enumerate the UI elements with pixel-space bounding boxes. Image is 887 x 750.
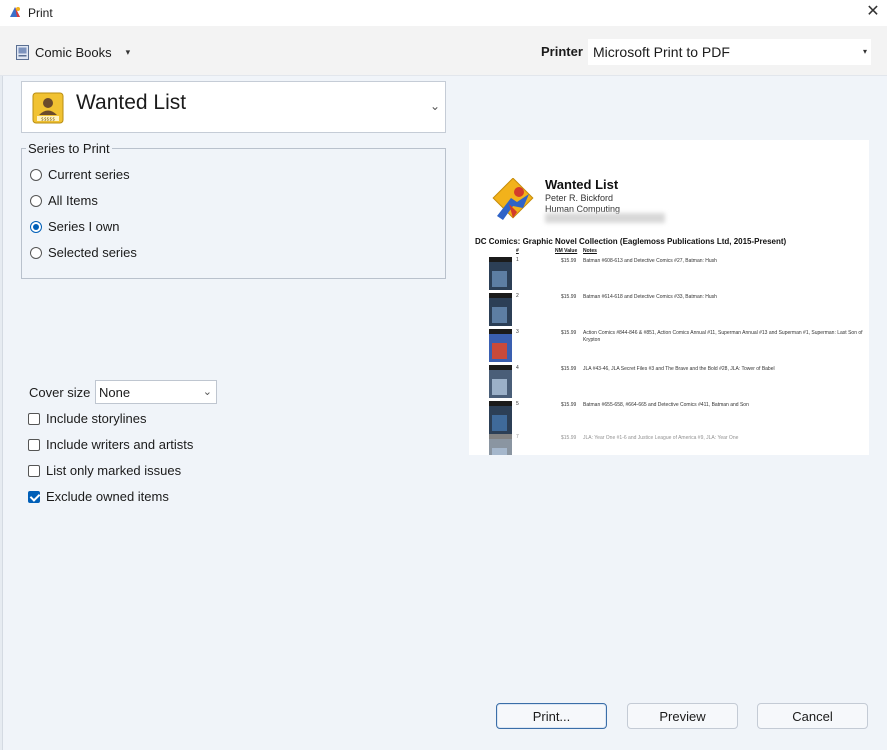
printer-select[interactable]: Microsoft Print to PDF ▾ — [588, 39, 871, 65]
checkbox-include-storylines[interactable]: Include storylines — [28, 411, 146, 426]
preview-row-note: Batman #655-658, #664-665 and Detective … — [583, 402, 749, 408]
checkbox-label: List only marked issues — [46, 463, 182, 478]
preview-row-note: JLA #43-46, JLA Secret Files #3 and The … — [583, 366, 775, 372]
collection-label: Comic Books — [35, 44, 112, 60]
preview-row-num: 4 — [516, 365, 519, 371]
radio-label: Current series — [48, 167, 130, 182]
radio-button[interactable] — [30, 194, 42, 207]
checkbox-label: Include writers and artists — [46, 437, 194, 452]
radio-label: Selected series — [48, 245, 137, 260]
preview-row-num: 1 — [516, 257, 519, 263]
close-button[interactable]: ✕ — [859, 0, 887, 26]
preview-col-value: NM Value — [555, 248, 578, 254]
cancel-button[interactable]: Cancel — [757, 703, 868, 729]
chevron-down-icon: ⌄ — [429, 99, 440, 113]
preview-col-notes: Notes — [583, 248, 597, 254]
preview-row: 4 $15.99 JLA #43-46, JLA Secret Files #3… — [469, 363, 869, 399]
checkbox[interactable] — [28, 438, 40, 451]
radio-button[interactable] — [30, 246, 42, 259]
series-to-print-title: Series to Print — [26, 141, 112, 156]
preview-row-price: $15.99 — [561, 366, 577, 372]
cover-size-select[interactable]: None ⌄ — [95, 380, 217, 404]
checkbox-list-marked-issues[interactable]: List only marked issues — [28, 463, 181, 478]
printer-label: Printer — [541, 44, 583, 59]
radio-button[interactable] — [30, 220, 42, 233]
comic-book-icon — [16, 44, 29, 60]
preview-row: 1 $15.99 Batman #608-613 and Detective C… — [469, 255, 869, 291]
preview-col-num: # — [516, 248, 519, 254]
svg-text:$$$$$: $$$$$ — [41, 117, 55, 123]
preview-row-num: 7 — [516, 434, 519, 440]
cover-thumbnail — [489, 293, 512, 326]
preview-author: Peter R. Bickford — [545, 193, 614, 203]
preview-row-price: $15.99 — [561, 330, 577, 336]
radio-label: Series I own — [48, 219, 120, 234]
radio-current-series[interactable]: Current series — [30, 167, 130, 182]
cover-thumbnail — [489, 365, 512, 398]
radio-button[interactable] — [30, 168, 42, 181]
radio-selected-series[interactable]: Selected series — [30, 245, 137, 260]
printer-value: Microsoft Print to PDF — [593, 44, 730, 60]
preview-button[interactable]: Preview — [627, 703, 738, 729]
checkbox[interactable] — [28, 490, 40, 503]
preview-row: 2 $15.99 Batman #614-618 and Detective C… — [469, 291, 869, 327]
close-icon: ✕ — [866, 3, 880, 20]
checkbox-exclude-owned[interactable]: Exclude owned items — [28, 489, 169, 504]
print-button[interactable]: Print... — [496, 703, 607, 729]
checkbox-include-writers-artists[interactable]: Include writers and artists — [28, 437, 193, 452]
radio-label: All Items — [48, 193, 98, 208]
collection-dropdown[interactable]: Comic Books ▾ — [16, 41, 130, 63]
preview-row-num: 2 — [516, 293, 519, 299]
app-icon — [10, 7, 20, 17]
checkbox[interactable] — [28, 412, 40, 425]
chevron-down-icon: ▾ — [862, 47, 867, 56]
preview-row: 7 $15.99 JLA: Year One #1-6 and Justice … — [469, 432, 869, 455]
preview-row-note: Batman #608-613 and Detective Comics #27… — [583, 258, 717, 264]
preview-row-num: 5 — [516, 401, 519, 407]
preview-group-heading: DC Comics: Graphic Novel Collection (Eag… — [475, 237, 787, 246]
report-type-select[interactable]: $$$$$ Wanted List ⌄ — [21, 81, 446, 133]
checkbox-label: Include storylines — [46, 411, 147, 426]
radio-series-i-own[interactable]: Series I own — [30, 219, 120, 234]
cover-size-label: Cover size — [29, 385, 91, 400]
preview-row-num: 3 — [516, 329, 519, 335]
chevron-down-icon: ▾ — [125, 46, 131, 57]
left-edge — [0, 76, 3, 750]
title-bar: Print ✕ — [0, 0, 887, 26]
window-title: Print — [28, 6, 53, 20]
preview-row-note: Batman #614-618 and Detective Comics #33… — [583, 294, 717, 300]
series-to-print-group: Series to Print Current series All Items… — [21, 141, 446, 279]
preview-row: 5 $15.99 Batman #655-658, #664-665 and D… — [469, 399, 869, 435]
wanted-poster-icon: $$$$$ — [32, 92, 64, 124]
cover-thumbnail — [489, 257, 512, 290]
cover-thumbnail — [489, 401, 512, 434]
preview-date-blurred — [545, 213, 665, 223]
chevron-down-icon: ⌄ — [202, 386, 212, 398]
preview-row-note: JLA: Year One #1-6 and Justice League of… — [583, 435, 739, 441]
preview-row-price: $15.99 — [561, 294, 577, 300]
preview-row: 3 $15.99 Action Comics #844-846 & #851, … — [469, 327, 869, 363]
preview-row-price: $15.99 — [561, 435, 577, 441]
cover-thumbnail — [489, 434, 512, 455]
radio-all-items[interactable]: All Items — [30, 193, 98, 208]
preview-row-note: Action Comics #844-846 & #851, Action Co… — [583, 330, 863, 343]
checkbox[interactable] — [28, 464, 40, 477]
cover-thumbnail — [489, 329, 512, 362]
preview-row-price: $15.99 — [561, 402, 577, 408]
preview-title: Wanted List — [545, 177, 619, 192]
report-type-value: Wanted List — [76, 91, 187, 114]
preview-row-price: $15.99 — [561, 258, 577, 264]
comic-logo-icon — [492, 178, 534, 220]
toolbar: Comic Books ▾ Printer Microsoft Print to… — [0, 26, 887, 76]
checkbox-label: Exclude owned items — [46, 489, 169, 504]
cover-size-value: None — [99, 384, 131, 400]
print-preview: Wanted List Peter R. Bickford Human Comp… — [469, 140, 869, 455]
